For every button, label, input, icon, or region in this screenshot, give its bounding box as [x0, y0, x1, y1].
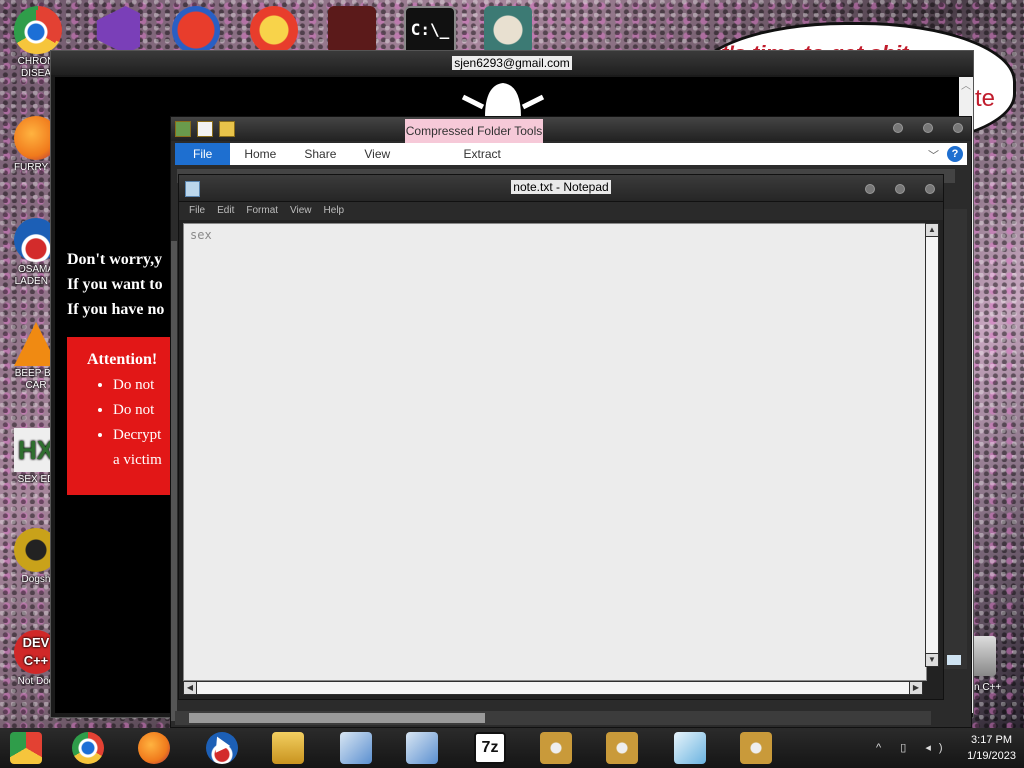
chevron-up-icon[interactable]: ︿ — [959, 77, 973, 92]
menu-edit[interactable]: Edit — [211, 202, 240, 220]
window-title: note.txt - Notepad — [511, 180, 611, 194]
tab-view[interactable]: View — [350, 143, 404, 165]
chevron-down-icon[interactable]: ﹀ — [928, 147, 939, 163]
taskbar: 7z ^ ▯ ◂) 3:17 PM 1/19/2023 — [0, 728, 1024, 768]
ransom-line: Don't worry,y — [67, 251, 163, 268]
tab-extract[interactable]: Extract — [428, 143, 537, 165]
ransom-line: If you have no — [67, 301, 165, 318]
new-folder-icon[interactable] — [219, 121, 235, 137]
cd-archive-icon[interactable] — [606, 732, 638, 764]
tab-share[interactable]: Share — [290, 143, 350, 165]
tray-icons[interactable]: ^ ▯ ◂) — [876, 741, 951, 754]
cd-archive-icon[interactable] — [540, 732, 572, 764]
p-logo-icon[interactable] — [250, 6, 298, 54]
chrome-badge-icon[interactable] — [10, 732, 42, 764]
window-controls — [893, 123, 963, 133]
chevron-up-icon[interactable]: ▲ — [926, 224, 938, 236]
ransom-line: If you want to — [67, 276, 163, 293]
close-button[interactable] — [953, 123, 963, 133]
installer-icon[interactable] — [340, 732, 372, 764]
details-pane — [943, 209, 967, 669]
menu-file[interactable]: File — [183, 202, 211, 220]
ribbon-tabs: File Home Share View Extract ﹀ ? — [175, 143, 967, 165]
chevron-left-icon[interactable]: ◀ — [184, 682, 196, 694]
file-explorer-icon[interactable] — [272, 732, 304, 764]
minimize-button[interactable] — [893, 123, 903, 133]
notepad-window[interactable]: note.txt - Notepad File Edit Format View… — [178, 174, 944, 700]
window-title: sjen6293@gmail.com — [452, 56, 572, 70]
chevron-down-icon[interactable]: ▼ — [926, 654, 938, 666]
scrollbar-thumb[interactable] — [197, 682, 909, 694]
menu-help[interactable]: Help — [318, 202, 351, 220]
properties-icon[interactable] — [197, 121, 213, 137]
close-button[interactable] — [925, 184, 935, 194]
maximize-button[interactable] — [895, 184, 905, 194]
tab-file[interactable]: File — [175, 143, 231, 165]
7zip-icon[interactable]: 7z — [474, 732, 506, 764]
navigation-pane — [171, 241, 177, 721]
chevron-right-icon[interactable]: ▶ — [910, 682, 922, 694]
window-controls — [865, 184, 935, 194]
horizontal-scrollbar[interactable] — [175, 711, 931, 725]
numeral-2-icon[interactable] — [172, 6, 220, 54]
minimize-button[interactable] — [865, 184, 875, 194]
firefox-icon[interactable] — [138, 732, 170, 764]
editor-content[interactable]: sex — [190, 228, 212, 242]
tab-compressed-folder-tools: Compressed Folder Tools — [405, 119, 543, 143]
menu-format[interactable]: Format — [240, 202, 284, 220]
title-bar[interactable]: Compressed Folder Tools — [171, 117, 971, 143]
quick-access-toolbar — [175, 121, 235, 137]
desktop-icon-label: n C++ — [974, 682, 1002, 693]
help-icon[interactable]: ? — [947, 146, 963, 162]
scrollbar-thumb[interactable] — [189, 713, 485, 723]
clock-date: 1/19/2023 — [967, 750, 1016, 762]
title-bar[interactable]: note.txt - Notepad — [179, 175, 943, 201]
cd-archive-icon[interactable] — [740, 732, 772, 764]
maximize-button[interactable] — [923, 123, 933, 133]
horizontal-scrollbar[interactable]: ◀ ▶ — [183, 681, 923, 695]
menu-view[interactable]: View — [284, 202, 318, 220]
menu-bar: File Edit Format View Help — [179, 201, 943, 220]
editor-icon[interactable] — [674, 732, 706, 764]
vertical-scrollbar[interactable]: ▲ ▼ — [925, 223, 939, 667]
text-editor[interactable]: sex — [183, 223, 927, 681]
visual-studio-icon[interactable] — [96, 6, 140, 54]
scrollbar-thumb[interactable] — [926, 237, 938, 653]
clock-time: 3:17 PM — [971, 734, 1013, 746]
installer-icon[interactable] — [406, 732, 438, 764]
system-tray: ^ ▯ ◂) 3:17 PM 1/19/2023 — [868, 728, 1024, 768]
pirate-eye-icon[interactable] — [328, 6, 376, 54]
speech-bubble-text: te — [975, 85, 996, 112]
chrome-icon[interactable] — [72, 732, 104, 764]
image-icon[interactable] — [947, 655, 961, 665]
clock[interactable]: 3:17 PM 1/19/2023 — [967, 732, 1016, 764]
tab-home[interactable]: Home — [230, 143, 290, 165]
skull-icon — [455, 77, 551, 117]
chrome-icon — [14, 10, 58, 54]
folder-icon[interactable] — [175, 121, 191, 137]
title-bar[interactable]: sjen6293@gmail.com — [51, 51, 973, 75]
chef-rat-icon[interactable] — [484, 6, 532, 54]
